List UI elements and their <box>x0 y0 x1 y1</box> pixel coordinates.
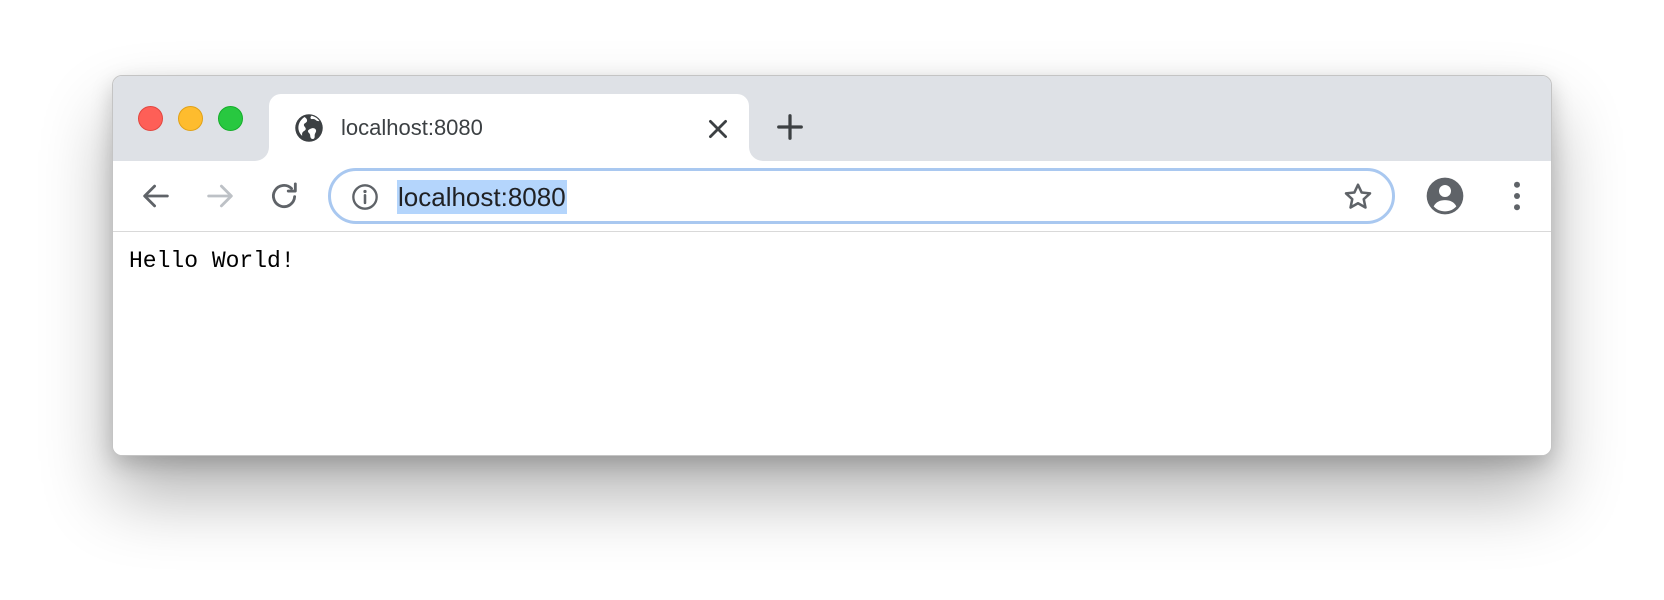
browser-toolbar: localhost:8080 <box>113 161 1551 232</box>
tab-strip: localhost:8080 <box>113 76 1551 161</box>
reload-icon <box>272 182 297 209</box>
close-icon[interactable] <box>705 116 731 142</box>
page-body-text: Hello World! <box>129 248 295 274</box>
info-icon[interactable] <box>351 183 379 211</box>
tab-active[interactable]: localhost:8080 <box>269 94 749 161</box>
minimize-window-button[interactable] <box>178 106 203 131</box>
forward-button[interactable] <box>203 179 237 213</box>
star-outline-icon[interactable] <box>1342 181 1374 213</box>
plus-icon[interactable] <box>775 112 805 142</box>
page-content: Hello World! <box>113 232 1551 455</box>
zoom-window-button[interactable] <box>218 106 243 131</box>
browser-window: localhost:8080 localhost:8080 Hello Worl… <box>112 75 1552 456</box>
close-window-button[interactable] <box>138 106 163 131</box>
url-text[interactable]: localhost:8080 <box>397 180 567 214</box>
address-bar[interactable]: localhost:8080 <box>328 168 1395 224</box>
arrow-left-icon <box>143 184 169 208</box>
account-circle-icon[interactable] <box>1425 176 1465 216</box>
more-vertical-icon[interactable] <box>1499 177 1535 215</box>
globe-icon <box>295 114 323 142</box>
tab-title: localhost:8080 <box>341 115 483 140</box>
arrow-right-icon <box>207 184 233 208</box>
reload-button[interactable] <box>267 179 301 213</box>
back-button[interactable] <box>139 179 173 213</box>
